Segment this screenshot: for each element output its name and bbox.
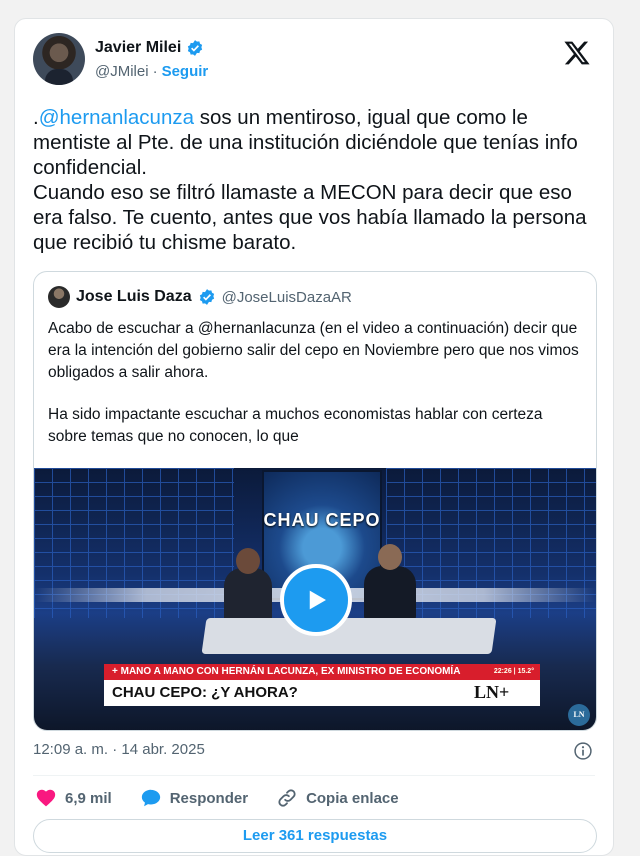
- ticker-top-text: + MANO A MANO CON HERNÁN LACUNZA, EX MIN…: [112, 666, 461, 677]
- tweet-timestamp[interactable]: 12:09 a. m. · 14 abr. 2025: [33, 741, 205, 758]
- host-figure: [364, 544, 416, 622]
- reply-button[interactable]: Responder: [140, 787, 248, 809]
- video-ticker-top: + MANO A MANO CON HERNÁN LACUNZA, EX MIN…: [104, 664, 540, 680]
- video-screen-title: CHAU CEPO: [263, 510, 381, 530]
- verified-badge-icon: [199, 289, 214, 305]
- x-logo-icon[interactable]: [563, 39, 591, 67]
- tweet-mention-link[interactable]: @hernanlacunza: [39, 106, 194, 129]
- like-button[interactable]: 6,9 mil: [35, 787, 112, 809]
- play-icon: [309, 590, 326, 610]
- channel-logo: LN+: [474, 682, 510, 702]
- quoted-avatar: [48, 286, 70, 308]
- heart-icon: [36, 789, 56, 807]
- reply-label: Responder: [169, 789, 249, 807]
- quoted-tweet[interactable]: Jose Luis Daza @JoseLuisDazaAR Acabo de …: [33, 271, 597, 731]
- tweet-card: Javier Milei @JMilei · Seguir .@hernanla…: [14, 18, 614, 856]
- follow-button[interactable]: Seguir: [162, 63, 209, 80]
- quoted-body: Acabo de escuchar a @hernanlacunza (en e…: [48, 318, 584, 448]
- author-avatar[interactable]: [33, 33, 85, 85]
- read-replies-button[interactable]: Leer 361 respuestas: [33, 819, 597, 853]
- quoted-handle: @JoseLuisDazaAR: [221, 288, 352, 306]
- author-handle-row: @JMilei · Seguir: [95, 63, 208, 80]
- tweet-paragraph-1: .@hernanlacunza sos un mentiroso, igual …: [33, 105, 603, 180]
- ticker-bottom-text: CHAU CEPO: ¿Y AHORA?: [112, 684, 298, 701]
- quoted-paragraph-2: Ha sido impactante escuchar a muchos eco…: [48, 406, 543, 445]
- handle-separator: ·: [152, 63, 158, 80]
- quoted-header: Jose Luis Daza @JoseLuisDazaAR: [48, 286, 352, 308]
- quoted-display-name: Jose Luis Daza: [76, 288, 192, 305]
- action-bar: 6,9 mil Responder Copia enlace: [35, 787, 399, 809]
- reply-bubble-icon: [141, 789, 160, 807]
- ticker-time: 22:26 | 15.2°: [493, 668, 534, 675]
- author-handle[interactable]: @JMilei: [95, 63, 149, 80]
- tweet-header: Javier Milei @JMilei · Seguir: [33, 33, 595, 89]
- quoted-paragraph-1: Acabo de escuchar a @hernanlacunza (en e…: [48, 320, 579, 381]
- divider: [33, 775, 595, 776]
- tweet-paragraph-2: Cuando eso se filtró llamaste a MECON pa…: [33, 181, 587, 254]
- video-player[interactable]: CHAU CEPO + MANO A MANO CON HERNÁN LACUN…: [34, 468, 596, 730]
- author-name-row: Javier Milei: [95, 39, 204, 57]
- like-count: 6,9 mil: [65, 789, 112, 807]
- tweet-body: .@hernanlacunza sos un mentiroso, igual …: [33, 105, 603, 255]
- copy-link-button[interactable]: Copia enlace: [276, 787, 399, 809]
- author-display-name[interactable]: Javier Milei: [95, 39, 181, 57]
- verified-badge-icon: [188, 40, 203, 56]
- play-button[interactable]: [280, 564, 352, 636]
- link-icon: [278, 789, 296, 807]
- corner-logo: LN: [568, 704, 590, 726]
- info-icon[interactable]: [573, 741, 593, 761]
- studio-desk: [201, 618, 497, 654]
- copy-link-label: Copia enlace: [306, 789, 399, 807]
